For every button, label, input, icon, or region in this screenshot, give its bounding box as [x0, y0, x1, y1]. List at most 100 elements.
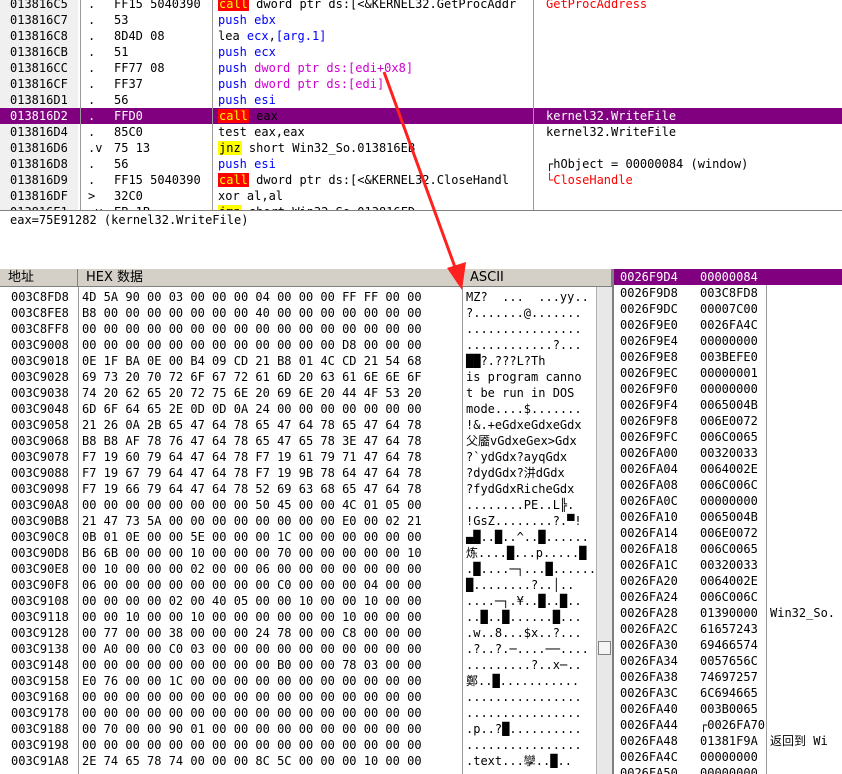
instruction-token: call — [218, 0, 249, 11]
disasm-row[interactable]: 013816D2. FFD0 call eax kernel32.WriteFile — [0, 108, 842, 124]
stack-row[interactable]: 0026FA44 ┌0026FA70 — [614, 717, 842, 733]
disasm-row[interactable]: 013816D4. 85C0 test eax,eax kernel32.WriteF… — [0, 124, 842, 140]
dump-row[interactable]: 003C9048 6D 6F 64 65 2E 0D 0D 0A 24 00 00… — [0, 401, 596, 417]
disasm-address: 013816C7 — [10, 13, 68, 27]
stack-row[interactable]: 0026FA48 01381F9A 返回到 Wi — [614, 733, 842, 749]
disasm-row[interactable]: 013816D9. FF15 5040390 call dword ptr ds:[… — [0, 172, 842, 188]
stack-row[interactable]: 0026FA38 74697257 — [614, 669, 842, 685]
disasm-marker: . — [88, 125, 96, 139]
disassembly-pane[interactable]: 013816C5. FF15 5040390 call dword ptr ds:[… — [0, 0, 842, 210]
dump-ascii: ....─┐.¥..█..█.. — [466, 594, 582, 608]
dump-address: 003C9038 — [11, 386, 69, 400]
stack-row[interactable]: 0026FA1C 00320033 — [614, 557, 842, 573]
stack-row[interactable]: 0026FA34 0057656C — [614, 653, 842, 669]
stack-row[interactable]: 0026FA50 00000000 — [614, 765, 842, 774]
disasm-row[interactable]: 013816C5. FF15 5040390 call dword ptr ds:[… — [0, 0, 842, 12]
comment-token: └CloseHandle — [546, 173, 633, 187]
stack-row[interactable]: 0026F9D8 003C8FD8 — [614, 285, 842, 301]
dump-address: 003C90D8 — [11, 546, 69, 560]
scrollbar-thumb[interactable] — [598, 641, 611, 655]
disasm-row[interactable]: 013816C7. 53 push ebx — [0, 12, 842, 28]
dump-row[interactable]: 003C9198 00 00 00 00 00 00 00 00 00 00 00… — [0, 737, 596, 753]
stack-row[interactable]: 0026FA0C 00000000 — [614, 493, 842, 509]
stack-row[interactable]: 0026F9F8 006E0072 — [614, 413, 842, 429]
dump-row[interactable]: 003C9178 00 00 00 00 00 00 00 00 00 00 00… — [0, 705, 596, 721]
dump-row[interactable]: 003C90B8 21 47 73 5A 00 00 00 00 00 00 00… — [0, 513, 596, 529]
disasm-row[interactable]: 013816DF >32C0 xor al,al — [0, 188, 842, 204]
stack-row[interactable]: 0026F9D4 00000084 — [614, 269, 842, 285]
dump-row[interactable]: 003C9078 F7 19 60 79 64 47 64 78 F7 19 61… — [0, 449, 596, 465]
dump-row[interactable]: 003C90D8 B6 6B 00 00 00 10 00 00 00 70 00… — [0, 545, 596, 561]
dump-row[interactable]: 003C90C8 0B 01 0E 00 00 5E 00 00 00 1C 00… — [0, 529, 596, 545]
stack-value: 006C006C — [700, 478, 758, 492]
stack-row[interactable]: 0026FA18 006C0065 — [614, 541, 842, 557]
dump-row[interactable]: 003C9028 69 73 20 70 72 6F 67 72 61 6D 20… — [0, 369, 596, 385]
disasm-row[interactable]: 013816CB. 51 push ecx — [0, 44, 842, 60]
stack-row[interactable]: 0026FA20 0064002E — [614, 573, 842, 589]
dump-row[interactable]: 003C9008 00 00 00 00 00 00 00 00 00 00 00… — [0, 337, 596, 353]
dump-row[interactable]: 003C9148 00 00 00 00 00 00 00 00 00 B0 00… — [0, 657, 596, 673]
dump-hex-bytes: 00 00 00 00 00 00 00 00 00 00 00 00 00 0… — [82, 690, 422, 704]
stack-row[interactable]: 0026F9E0 0026FA4C — [614, 317, 842, 333]
disasm-row[interactable]: 013816D6 .v 75 13 jnz short Win32_So.013816… — [0, 140, 842, 156]
stack-row[interactable]: 0026FA2C 61657243 — [614, 621, 842, 637]
dump-scrollbar[interactable] — [596, 287, 612, 774]
dump-row[interactable]: 003C9128 00 77 00 00 38 00 00 00 24 78 00… — [0, 625, 596, 641]
dump-row[interactable]: 003C9188 00 70 00 00 90 01 00 00 00 00 00… — [0, 721, 596, 737]
disasm-row[interactable]: 013816D1. 56 push esi — [0, 92, 842, 108]
dump-address: 003C9188 — [11, 722, 69, 736]
stack-row[interactable]: 0026FA10 0065004B — [614, 509, 842, 525]
dump-row[interactable]: 003C8FF8 00 00 00 00 00 00 00 00 00 00 00… — [0, 321, 596, 337]
dump-row[interactable]: 003C9068 B8 B8 AF 78 76 47 64 78 65 47 65… — [0, 433, 596, 449]
dump-row[interactable]: 003C9098 F7 19 66 79 64 47 64 78 52 69 63… — [0, 481, 596, 497]
dump-row[interactable]: 003C9138 00 A0 00 00 C0 03 00 00 00 00 00… — [0, 641, 596, 657]
disasm-row[interactable]: 013816D8. 56 push esi ┌hObject = 00000084 (… — [0, 156, 842, 172]
stack-row[interactable]: 0026FA40 003B0065 — [614, 701, 842, 717]
dump-row[interactable]: 003C90F8 06 00 00 00 00 00 00 00 00 C0 00… — [0, 577, 596, 593]
dump-row[interactable]: 003C9088 F7 19 67 79 64 47 64 78 F7 19 9B… — [0, 465, 596, 481]
stack-row[interactable]: 0026FA00 00320033 — [614, 445, 842, 461]
disasm-row[interactable]: 013816CC. FF77 08 push dword ptr ds:[edi+0… — [0, 60, 842, 76]
stack-row[interactable]: 0026FA30 69466574 — [614, 637, 842, 653]
dump-row[interactable]: 003C9058 21 26 0A 2B 65 47 64 78 65 47 64… — [0, 417, 596, 433]
stack-value: 00000001 — [700, 366, 758, 380]
header-ascii[interactable]: ASCII — [462, 269, 612, 287]
stack-row[interactable]: 0026FA08 006C006C — [614, 477, 842, 493]
stack-address: 0026FA14 — [620, 526, 678, 540]
dump-row[interactable]: 003C9118 00 00 10 00 00 10 00 00 00 00 00… — [0, 609, 596, 625]
stack-row[interactable]: 0026F9EC 00000001 — [614, 365, 842, 381]
dump-row[interactable]: 003C91A8 2E 74 65 78 74 00 00 00 8C 5C 00… — [0, 753, 596, 769]
dump-row[interactable]: 003C9168 00 00 00 00 00 00 00 00 00 00 00… — [0, 689, 596, 705]
dump-hex-bytes: B8 00 00 00 00 00 00 00 40 00 00 00 00 0… — [82, 306, 422, 320]
stack-pane[interactable]: 0026F9D4 00000084 0026F9D8 003C8FD8 0026F9DC… — [612, 269, 842, 774]
dump-row[interactable]: 003C90E8 00 10 00 00 00 02 00 00 06 00 00… — [0, 561, 596, 577]
stack-row[interactable]: 0026F9F4 0065004B — [614, 397, 842, 413]
header-address[interactable]: 地址 — [0, 269, 78, 287]
disasm-marker: . — [88, 13, 96, 27]
dump-row[interactable]: 003C8FD8 4D 5A 90 00 03 00 00 00 04 00 00… — [0, 289, 596, 305]
stack-row[interactable]: 0026FA04 0064002E — [614, 461, 842, 477]
stack-row[interactable]: 0026F9E8 003BEFE0 — [614, 349, 842, 365]
dump-pane[interactable]: 地址 HEX 数据 ASCII 003C8FD8 4D 5A 90 00 03 0… — [0, 269, 612, 774]
dump-row[interactable]: 003C9158 E0 76 00 00 1C 00 00 00 00 00 00… — [0, 673, 596, 689]
dump-row[interactable]: 003C9018 0E 1F BA 0E 00 B4 09 CD 21 B8 01… — [0, 353, 596, 369]
dump-row[interactable]: 003C90A8 00 00 00 00 00 00 00 00 50 45 00… — [0, 497, 596, 513]
stack-value: 0057656C — [700, 654, 758, 668]
stack-row[interactable]: 0026F9E4 00000000 — [614, 333, 842, 349]
stack-row[interactable]: 0026F9DC 00007C00 — [614, 301, 842, 317]
disasm-row[interactable]: 013816CF. FF37 push dword ptr ds:[edi] — [0, 76, 842, 92]
stack-row[interactable]: 0026FA14 006E0072 — [614, 525, 842, 541]
stack-row[interactable]: 0026F9F0 00000000 — [614, 381, 842, 397]
stack-row[interactable]: 0026FA24 006C006C — [614, 589, 842, 605]
dump-row[interactable]: 003C9038 74 20 62 65 20 72 75 6E 20 69 6E… — [0, 385, 596, 401]
stack-row[interactable]: 0026FA28 01390000 Win32_So. — [614, 605, 842, 621]
stack-address: 0026F9F4 — [620, 398, 678, 412]
header-hex[interactable]: HEX 数据 — [78, 269, 462, 287]
dump-row[interactable]: 003C9108 00 00 00 00 02 00 40 05 00 00 10… — [0, 593, 596, 609]
dump-row[interactable]: 003C8FE8 B8 00 00 00 00 00 00 00 40 00 00… — [0, 305, 596, 321]
stack-row[interactable]: 0026F9FC 006C0065 — [614, 429, 842, 445]
stack-row[interactable]: 0026FA4C 00000000 — [614, 749, 842, 765]
disasm-row[interactable]: 013816C8. 8D4D 08 lea ecx,[arg.1] — [0, 28, 842, 44]
instruction-token: jnz — [218, 141, 242, 155]
stack-row[interactable]: 0026FA3C 6C694665 — [614, 685, 842, 701]
